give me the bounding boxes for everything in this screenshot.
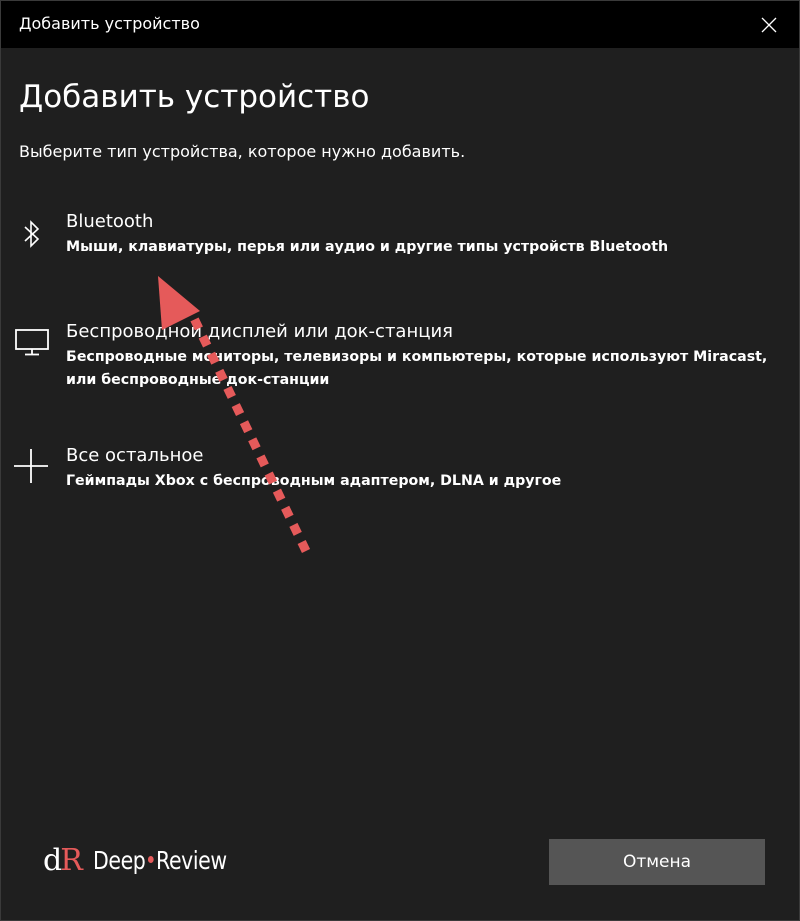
option-description: Беспроводные мониторы, телевизоры и комп… <box>66 349 768 388</box>
logo-mark: dR <box>43 842 83 878</box>
option-description: Мыши, клавиатуры, перья или аудио и друг… <box>66 239 669 255</box>
option-title: Беспроводной дисплей или док-станция <box>66 321 454 342</box>
page-title: Добавить устройство <box>19 79 370 115</box>
option-bluetooth[interactable]: Bluetooth Мыши, клавиатуры, перья или ау… <box>1 211 799 261</box>
monitor-icon <box>11 321 53 363</box>
option-title: Все остальное <box>66 445 204 466</box>
deep-review-logo: dR Deep Review <box>43 840 256 880</box>
option-description: Геймпады Xbox с беспроводным адаптером, … <box>66 473 562 489</box>
plus-icon <box>10 445 52 487</box>
option-title: Bluetooth <box>66 211 154 232</box>
close-button[interactable] <box>739 1 799 48</box>
page-subtitle: Выберите тип устройства, которое нужно д… <box>19 142 466 161</box>
cancel-button[interactable]: Отмена <box>549 839 765 885</box>
window-title: Добавить устройство <box>19 14 200 33</box>
bluetooth-icon <box>11 213 53 255</box>
title-bar: Добавить устройство <box>1 1 799 48</box>
option-everything-else[interactable]: Все остальное Геймпады Xbox с беспроводн… <box>1 445 799 495</box>
add-device-dialog: Добавить устройство Добавить устройство … <box>0 0 800 921</box>
logo-text: Deep Review <box>92 845 227 875</box>
option-wireless-display[interactable]: Беспроводной дисплей или док-станция Бес… <box>1 321 799 391</box>
close-icon <box>761 17 777 32</box>
